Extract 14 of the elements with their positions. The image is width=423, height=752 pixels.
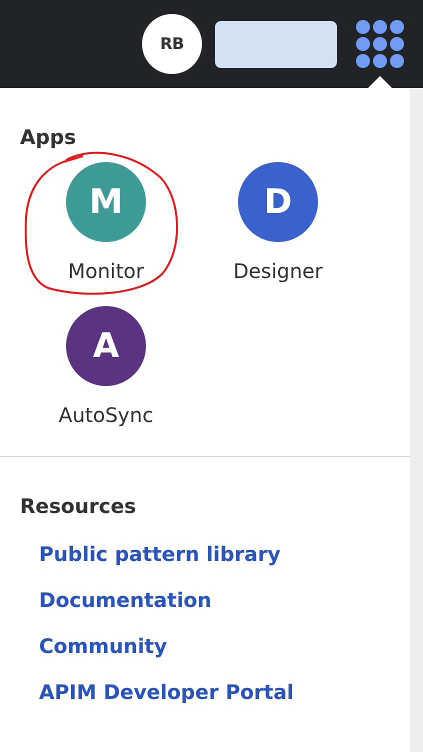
resource-link[interactable]: Community bbox=[39, 633, 168, 659]
resource-link[interactable]: APIM Developer Portal bbox=[39, 679, 294, 705]
app-icon[interactable]: D bbox=[238, 162, 318, 242]
apps-heading: Apps bbox=[20, 124, 78, 150]
app-label[interactable]: Designer bbox=[233, 258, 323, 284]
resource-link[interactable]: Documentation bbox=[39, 587, 212, 613]
resource-link[interactable]: Public pattern library bbox=[39, 541, 281, 567]
app-icon[interactable]: A bbox=[66, 306, 146, 386]
app-label[interactable]: Monitor bbox=[68, 258, 144, 284]
pointer-icon bbox=[368, 76, 392, 88]
app-label[interactable]: AutoSync bbox=[58, 402, 154, 428]
user-avatar[interactable]: RB bbox=[142, 14, 202, 74]
app-grid-icon[interactable] bbox=[355, 19, 405, 69]
resources-heading: Resources bbox=[20, 493, 138, 519]
